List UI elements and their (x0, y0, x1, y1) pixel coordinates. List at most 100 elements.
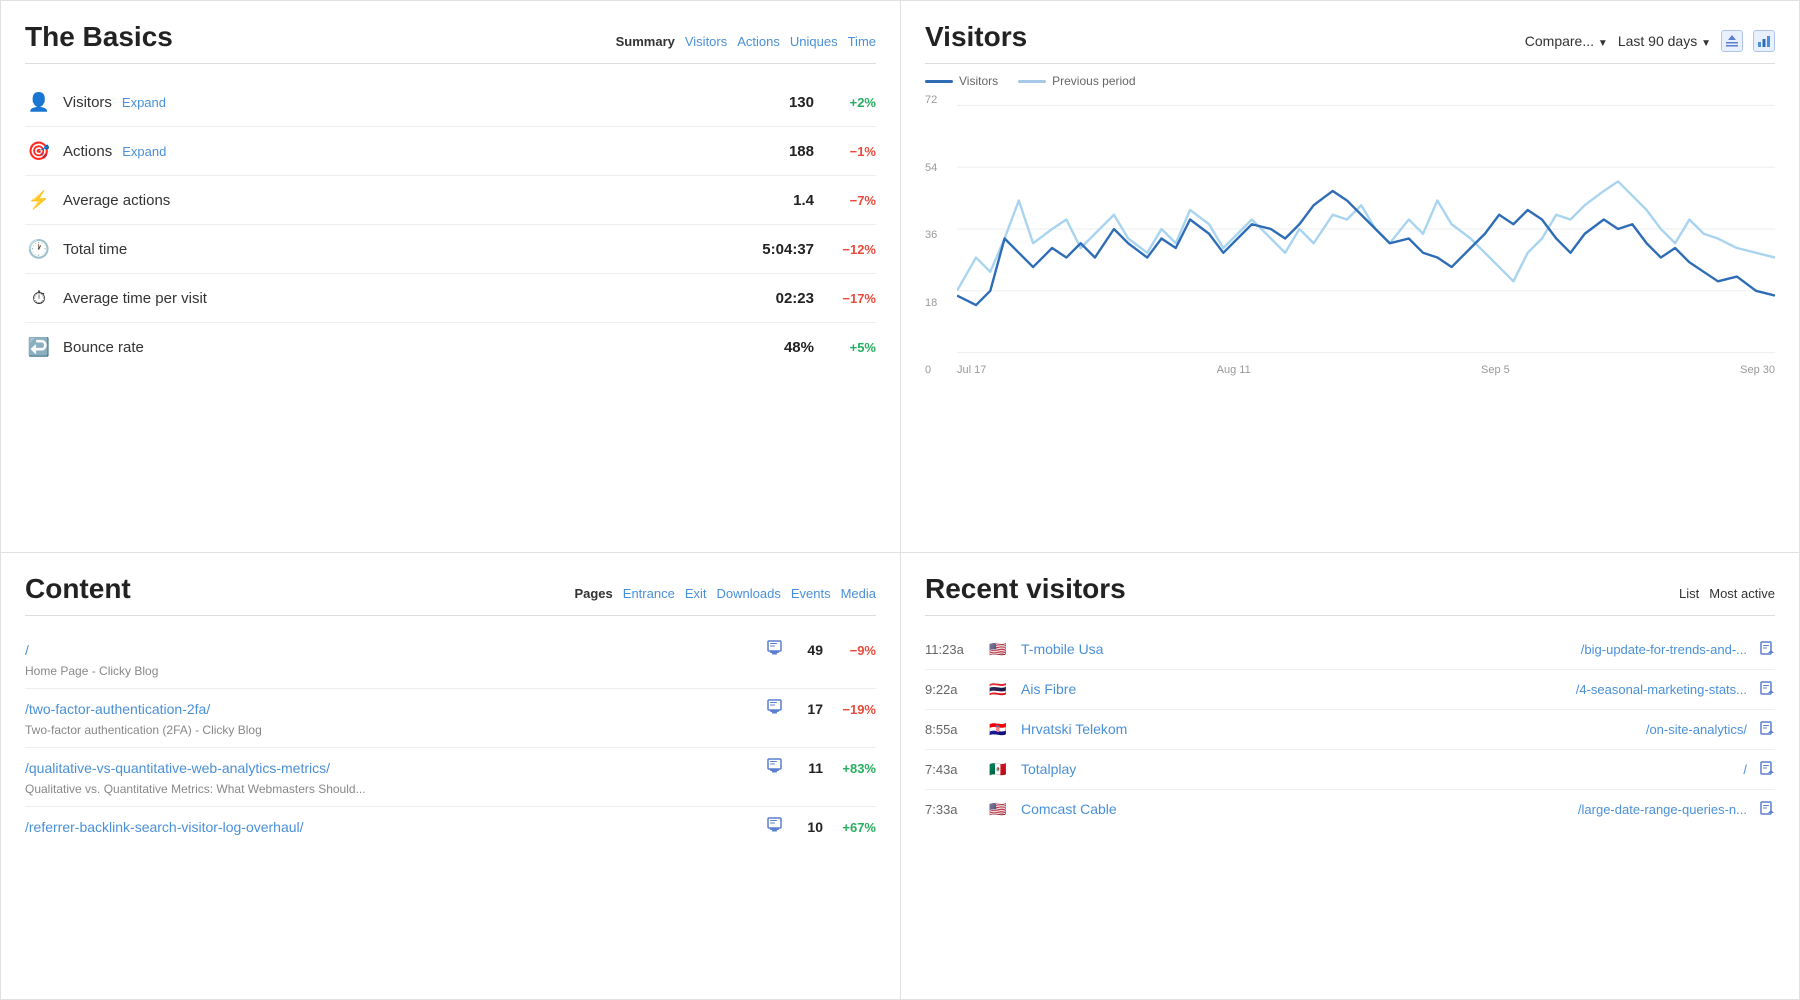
basics-row-change: −7% (826, 193, 876, 208)
basics-row-icon: ⏱ (25, 284, 53, 312)
content-row-path[interactable]: /referrer-backlink-search-visitor-log-ov… (25, 819, 767, 835)
basics-row-label: Actions Expand (63, 143, 734, 160)
visitors-panel: Visitors Compare... ▼ Last 90 days ▼ (900, 0, 1800, 553)
content-row-change: +67% (831, 820, 876, 835)
basics-rows: 👤 Visitors Expand 130 +2% 🎯 Actions Expa… (25, 78, 876, 371)
basics-row: ⏱ Average time per visit 02:23 −17% (25, 274, 876, 323)
content-tab-media[interactable]: Media (841, 586, 876, 601)
chevron-down-icon: ▼ (1598, 38, 1608, 49)
basics-row-icon: 👤 (25, 88, 53, 116)
basics-row-label: Average actions (63, 192, 734, 209)
visitor-path[interactable]: / (1271, 762, 1747, 777)
basics-row: ⚡ Average actions 1.4 −7% (25, 176, 876, 225)
basics-row-icon: 🕐 (25, 235, 53, 263)
content-rows: / 49 −9% Home Page - Clicky Blog /two-fa… (25, 630, 876, 848)
content-row-count: 10 (793, 819, 823, 835)
tab-actions-link[interactable]: Actions (737, 34, 780, 49)
content-row-path[interactable]: /qualitative-vs-quantitative-web-analyti… (25, 760, 767, 776)
page-view-icon (767, 640, 785, 661)
content-row-desc: Home Page - Clicky Blog (25, 664, 876, 678)
country-flag: 🇲🇽 (987, 762, 1009, 776)
visitor-path[interactable]: /big-update-for-trends-and-... (1271, 642, 1747, 657)
chart-legend: Visitors Previous period (925, 74, 1775, 88)
recent-visitor-row: 11:23a 🇺🇸 T-mobile Usa /big-update-for-t… (925, 630, 1775, 670)
visitor-path[interactable]: /4-seasonal-marketing-stats... (1271, 682, 1747, 697)
recent-time: 7:43a (925, 762, 975, 777)
recent-rows: 11:23a 🇺🇸 T-mobile Usa /big-update-for-t… (925, 630, 1775, 829)
basics-row-label: Total time (63, 241, 734, 258)
content-row: /referrer-backlink-search-visitor-log-ov… (25, 807, 876, 848)
content-row: /two-factor-authentication-2fa/ 17 −19% … (25, 689, 876, 748)
visitor-name[interactable]: Hrvatski Telekom (1021, 721, 1259, 737)
basics-row: 👤 Visitors Expand 130 +2% (25, 78, 876, 127)
content-tab-events[interactable]: Events (791, 586, 831, 601)
tab-visitors-link[interactable]: Visitors (685, 34, 727, 49)
country-flag: 🇹🇭 (987, 682, 1009, 696)
content-row: /qualitative-vs-quantitative-web-analyti… (25, 748, 876, 807)
visitor-log-icon[interactable] (1759, 680, 1775, 699)
x-axis: Jul 17 Aug 11 Sep 5 Sep 30 (957, 364, 1775, 376)
visitor-name[interactable]: Totalplay (1021, 761, 1259, 777)
content-tab-pages[interactable]: Pages (574, 586, 612, 601)
content-panel: Content Pages Entrance Exit Downloads Ev… (0, 553, 900, 1000)
tab-summary[interactable]: Summary (616, 34, 675, 49)
country-flag: 🇺🇸 (987, 642, 1009, 656)
basics-row-change: −12% (826, 242, 876, 257)
visitor-name[interactable]: Comcast Cable (1021, 801, 1259, 817)
y-axis: 72 54 36 18 0 (925, 94, 953, 376)
content-row: / 49 −9% Home Page - Clicky Blog (25, 630, 876, 689)
content-row-desc: Two-factor authentication (2FA) - Clicky… (25, 723, 876, 737)
country-flag: 🇭🇷 (987, 722, 1009, 736)
basics-row-icon: ⚡ (25, 186, 53, 214)
tab-most-active[interactable]: Most active (1709, 586, 1775, 601)
visitor-path[interactable]: /on-site-analytics/ (1271, 722, 1747, 737)
content-row-path[interactable]: /two-factor-authentication-2fa/ (25, 701, 767, 717)
period-btn[interactable]: Last 90 days ▼ (1618, 33, 1711, 49)
page-view-icon (767, 817, 785, 838)
basics-row-label: Bounce rate (63, 339, 734, 356)
basics-header: The Basics Summary Visitors Actions Uniq… (25, 21, 876, 64)
tab-list[interactable]: List (1679, 586, 1699, 601)
basics-row-icon: ↩️ (25, 333, 53, 361)
visitor-log-icon[interactable] (1759, 760, 1775, 779)
basics-panel: The Basics Summary Visitors Actions Uniq… (0, 0, 900, 553)
content-row-change: −9% (831, 643, 876, 658)
recent-visitor-row: 9:22a 🇹🇭 Ais Fibre /4-seasonal-marketing… (925, 670, 1775, 710)
visitor-name[interactable]: T-mobile Usa (1021, 641, 1259, 657)
visitors-title: Visitors (925, 21, 1027, 53)
compare-btn[interactable]: Compare... ▼ (1525, 33, 1608, 49)
export-icon[interactable] (1721, 30, 1743, 52)
content-title: Content (25, 573, 131, 605)
visitor-log-icon[interactable] (1759, 720, 1775, 739)
recent-time: 9:22a (925, 682, 975, 697)
basics-row-value: 188 (734, 143, 814, 160)
tab-uniques-link[interactable]: Uniques (790, 34, 838, 49)
chart-icon[interactable] (1753, 30, 1775, 52)
basics-row: ↩️ Bounce rate 48% +5% (25, 323, 876, 371)
visitors-chart-svg (957, 94, 1775, 364)
legend-visitors-line (925, 80, 953, 83)
legend-previous-line (1018, 80, 1046, 83)
content-header: Content Pages Entrance Exit Downloads Ev… (25, 573, 876, 616)
basics-tabs: Summary Visitors Actions Uniques Time (616, 34, 876, 49)
basics-row: 🕐 Total time 5:04:37 −12% (25, 225, 876, 274)
basics-row-change: −17% (826, 291, 876, 306)
content-tab-exit[interactable]: Exit (685, 586, 707, 601)
content-tab-entrance[interactable]: Entrance (623, 586, 675, 601)
chart-area: 72 54 36 18 0 Jul 17 Au (925, 94, 1775, 400)
visitor-log-icon[interactable] (1759, 640, 1775, 659)
content-row-path[interactable]: / (25, 642, 767, 658)
content-tab-downloads[interactable]: Downloads (717, 586, 781, 601)
visitor-log-icon[interactable] (1759, 800, 1775, 819)
visitors-header: Visitors Compare... ▼ Last 90 days ▼ (925, 21, 1775, 64)
recent-visitors-panel: Recent visitors List Most active 11:23a … (900, 553, 1800, 1000)
visitor-path[interactable]: /large-date-range-queries-n... (1271, 802, 1747, 817)
legend-visitors: Visitors (925, 74, 998, 88)
visitor-name[interactable]: Ais Fibre (1021, 681, 1259, 697)
expand-link[interactable]: Expand (122, 95, 166, 110)
basics-row-icon: 🎯 (25, 137, 53, 165)
tab-time-link[interactable]: Time (848, 34, 876, 49)
recent-visitor-row: 7:33a 🇺🇸 Comcast Cable /large-date-range… (925, 790, 1775, 829)
expand-link[interactable]: Expand (122, 144, 166, 159)
chevron-down-icon2: ▼ (1701, 38, 1711, 49)
